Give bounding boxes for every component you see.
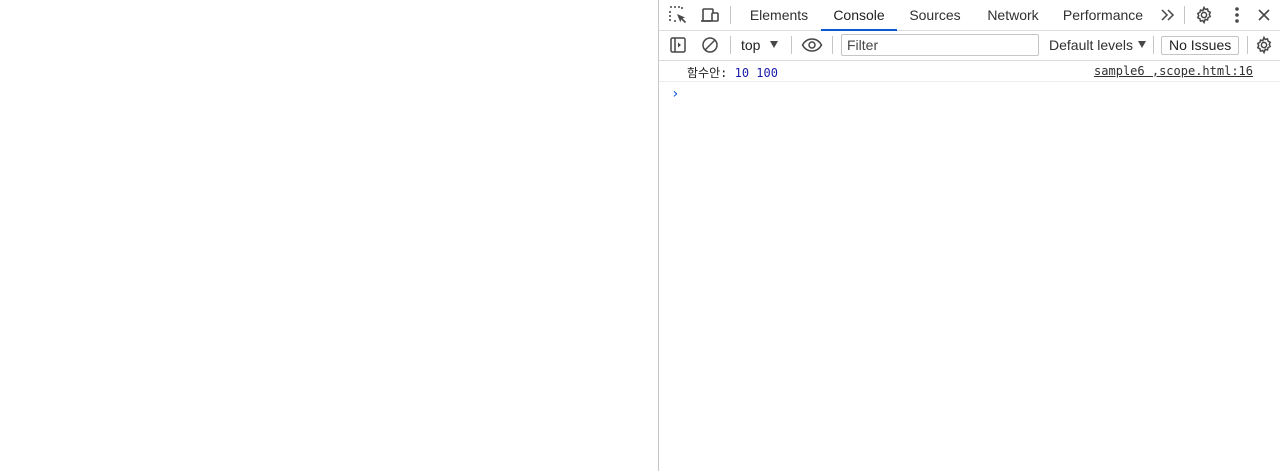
console-message-text: 함수안: 10 100 <box>687 64 778 81</box>
issues-button[interactable]: No Issues <box>1161 36 1240 55</box>
filter-input[interactable] <box>841 34 1039 56</box>
log-levels-label: Default levels <box>1049 37 1134 53</box>
devtools-tabbar: Elements Console Sources Network Perform… <box>659 0 1280 31</box>
context-selector-label: top <box>741 37 761 53</box>
devtools-panel: Elements Console Sources Network Perform… <box>658 0 1280 471</box>
console-prompt[interactable]: › <box>659 83 1280 105</box>
vertical-dots-icon[interactable] <box>1226 4 1248 26</box>
toolbar-divider-2 <box>791 36 792 54</box>
tab-console[interactable]: Console <box>821 0 897 31</box>
caret-down-icon <box>1138 41 1147 48</box>
tab-performance[interactable]: Performance <box>1057 0 1149 30</box>
console-prompt-input[interactable] <box>687 85 1267 103</box>
toolbar-divider-5 <box>1247 36 1248 54</box>
tab-elements[interactable]: Elements <box>739 0 819 30</box>
close-icon[interactable] <box>1253 4 1275 26</box>
console-settings-gear-icon[interactable] <box>1253 34 1275 56</box>
toolbar-divider-3 <box>832 36 833 54</box>
gear-icon[interactable] <box>1193 4 1215 26</box>
console-output: 함수안: 10 100 sample6 ,scope.html:16 › <box>659 61 1280 471</box>
log-levels-dropdown[interactable]: Default levels <box>1049 35 1147 56</box>
prompt-chevron-icon: › <box>671 86 680 102</box>
console-message-source-link[interactable]: sample6 ,scope.html:16 <box>1094 64 1253 78</box>
inspect-element-icon[interactable] <box>667 4 689 26</box>
caret-down-icon <box>770 41 779 48</box>
eye-icon[interactable] <box>801 34 823 56</box>
tabbar-divider <box>730 6 731 24</box>
device-toolbar-icon[interactable] <box>699 4 721 26</box>
console-message-label: 함수안: <box>687 66 728 80</box>
tabbar-divider-right <box>1184 6 1185 24</box>
page-viewport <box>0 0 658 471</box>
console-toolbar: top Default levels No Issues <box>659 31 1280 61</box>
console-message-values: 10 100 <box>734 66 778 80</box>
console-message: 함수안: 10 100 sample6 ,scope.html:16 <box>659 61 1280 82</box>
context-selector[interactable]: top <box>741 35 779 56</box>
tab-sources[interactable]: Sources <box>899 0 971 30</box>
toolbar-divider-4 <box>1153 36 1154 54</box>
tab-network[interactable]: Network <box>977 0 1049 30</box>
clear-console-icon[interactable] <box>699 34 721 56</box>
chevron-double-right-icon[interactable] <box>1157 4 1179 26</box>
toolbar-divider <box>730 36 731 54</box>
sidebar-toggle-icon[interactable] <box>667 34 689 56</box>
